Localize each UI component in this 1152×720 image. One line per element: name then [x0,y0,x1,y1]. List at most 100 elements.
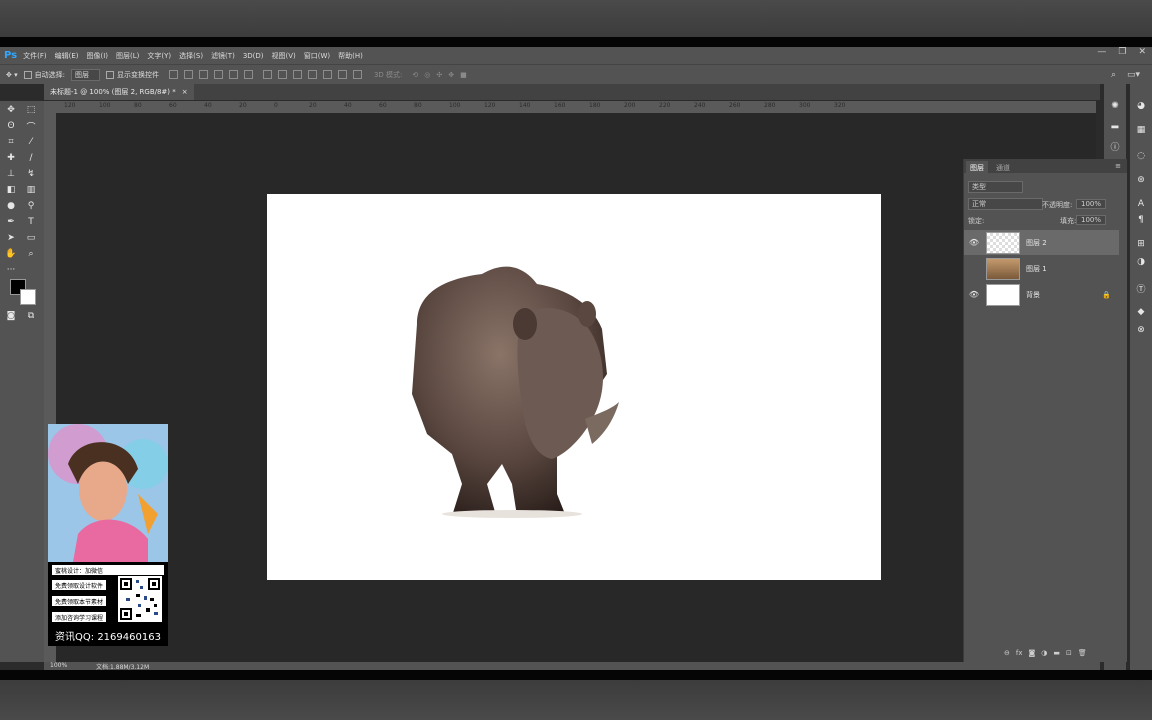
glyphs-panel-icon[interactable]: Ⓣ [1135,282,1147,295]
blur-tool-icon[interactable]: ● [4,199,18,213]
auto-select-dropdown[interactable]: 图层 [70,68,100,81]
layers-panel-icon[interactable]: ◆ [1135,306,1147,318]
character-panel-icon[interactable]: A [1135,198,1147,210]
workspace-icon[interactable]: ▭▾ [1127,70,1140,80]
align-left-icon[interactable] [213,70,223,79]
paths-panel-icon[interactable]: ⊗ [1135,324,1147,336]
quick-select-tool-icon[interactable]: ⌒ [24,119,38,133]
zoom-tool-icon[interactable]: ⌕ [24,247,38,261]
add-mask-icon[interactable]: ◙ [1028,649,1035,657]
search-icon[interactable]: ⌕ [1111,70,1116,80]
new-layer-icon[interactable]: ⊡ [1066,649,1072,657]
tab-channels[interactable]: 通道 [992,161,1014,175]
libraries-panel-icon[interactable]: ◌ [1135,150,1147,162]
channels-panel-icon[interactable]: ◑ [1135,256,1147,268]
close-button[interactable]: ✕ [1138,47,1146,59]
menu-window[interactable]: 窗口(W) [304,51,330,61]
link-layers-icon[interactable]: ⊖ [1004,649,1010,657]
eraser-tool-icon[interactable]: ◧ [4,183,18,197]
3d-slide-icon[interactable]: ✥ [448,71,454,79]
align-bottom-icon[interactable] [198,70,208,79]
delete-layer-icon[interactable]: 🗑 [1078,649,1087,657]
menu-image[interactable]: 图像(I) [87,51,109,61]
properties-panel-icon[interactable]: ⊞ [1135,238,1147,250]
promo-line-2: 免费领取设计软件 [52,580,107,590]
styles-panel-icon[interactable]: ⊛ [1135,174,1147,186]
clone-stamp-tool-icon[interactable]: ⊥ [4,167,18,181]
adjustment-layer-icon[interactable]: ◑ [1041,649,1047,657]
distribute-bottom-icon[interactable] [292,70,302,79]
adjustments-icon[interactable]: ✺ [1109,100,1121,112]
tab-layers[interactable]: 图层 [966,161,988,175]
lasso-tool-icon[interactable]: ʘ [4,119,18,133]
crop-tool-icon[interactable]: ⌗ [4,135,18,149]
layer-row-layer-2[interactable]: 👁 图层 2 [964,230,1119,255]
marquee-tool-icon[interactable]: ⬚ [24,103,38,117]
new-group-icon[interactable]: ▬ [1053,649,1060,657]
layer-row-background[interactable]: 👁 背景 🔒 [964,282,1119,307]
distribute-top-icon[interactable] [262,70,272,79]
menu-help[interactable]: 帮助(H) [338,51,363,61]
menu-type[interactable]: 文字(Y) [147,51,171,61]
dodge-tool-icon[interactable]: ⚲ [24,199,38,213]
distribute-left-icon[interactable] [307,70,317,79]
pen-tool-icon[interactable]: ✒ [4,215,18,229]
zoom-level[interactable]: 100% [50,662,67,669]
minimize-button[interactable]: — [1097,47,1106,59]
align-hcenter-icon[interactable] [228,70,238,79]
align-vcenter-icon[interactable] [183,70,193,79]
visibility-eye-icon[interactable]: 👁 [968,290,980,299]
auto-select-checkbox[interactable]: 自动选择: [23,70,65,80]
swatches-panel-icon[interactable]: ▦ [1135,124,1147,136]
show-transform-checkbox[interactable]: 显示变换控件 [105,70,159,80]
paragraph-panel-icon[interactable]: ¶ [1135,214,1147,226]
quick-mask-icon[interactable]: ◙ [4,309,18,323]
restore-button[interactable]: ❐ [1118,47,1126,59]
history-brush-tool-icon[interactable]: ↯ [24,167,38,181]
layer-filter-dropdown[interactable]: 类型 [968,181,1023,193]
menu-file[interactable]: 文件(F) [23,51,47,61]
color-panel-icon[interactable]: ◕ [1135,100,1147,112]
background-color-swatch[interactable] [20,289,36,305]
menu-edit[interactable]: 编辑(E) [55,51,79,61]
distribute-vcenter-icon[interactable] [277,70,287,79]
document-canvas[interactable] [267,194,881,580]
gradient-tool-icon[interactable]: ▥ [24,183,38,197]
menu-3d[interactable]: 3D(D) [243,52,264,60]
align-top-icon[interactable] [168,70,178,79]
auto-align-icon[interactable] [352,70,362,79]
visibility-eye-icon[interactable]: 👁 [968,238,980,247]
document-tab[interactable]: 未标题-1 @ 100% (图层 2, RGB/8#) * × [44,84,194,100]
type-tool-icon[interactable]: T [24,215,38,229]
path-select-tool-icon[interactable]: ➤ [4,231,18,245]
layer-row-layer-1[interactable]: 图层 1 [964,256,1119,281]
healing-brush-tool-icon[interactable]: ✚ [4,151,18,165]
distribute-hcenter-icon[interactable] [322,70,332,79]
distribute-right-icon[interactable] [337,70,347,79]
panel-menu-icon[interactable]: ≡ [1115,162,1121,170]
menu-filter[interactable]: 滤镜(T) [211,51,235,61]
info-icon[interactable]: ⓘ [1109,140,1121,153]
menu-layer[interactable]: 图层(L) [116,51,139,61]
menu-view[interactable]: 视图(V) [272,51,296,61]
layer-style-icon[interactable]: fx [1016,649,1023,657]
3d-scale-icon[interactable]: ■ [460,71,467,79]
move-tool-icon[interactable]: ✥ ▾ [6,71,18,79]
fill-field[interactable]: 100% [1076,215,1107,225]
blend-mode-dropdown[interactable]: 正常 [968,198,1043,210]
opacity-field[interactable]: 100% [1076,199,1107,209]
menu-select[interactable]: 选择(S) [179,51,203,61]
hand-tool-icon[interactable]: ✋ [4,247,18,261]
screen-mode-icon[interactable]: ⧉ [24,309,38,323]
3d-pan-icon[interactable]: ✣ [436,71,442,79]
shape-tool-icon[interactable]: ▭ [24,231,38,245]
3d-rotate-icon[interactable]: ⟲ [412,71,418,79]
3d-roll-icon[interactable]: ◎ [424,71,430,79]
move-tool-icon[interactable]: ✥ [4,103,18,117]
align-right-icon[interactable] [243,70,253,79]
document-tab-close-icon[interactable]: × [182,88,188,96]
histogram-icon[interactable]: ▂ [1109,118,1121,130]
more-tools-icon[interactable]: ··· [4,263,18,277]
brush-tool-icon[interactable]: ∕ [24,151,38,165]
eyedropper-tool-icon[interactable]: ⁄ [24,135,38,149]
